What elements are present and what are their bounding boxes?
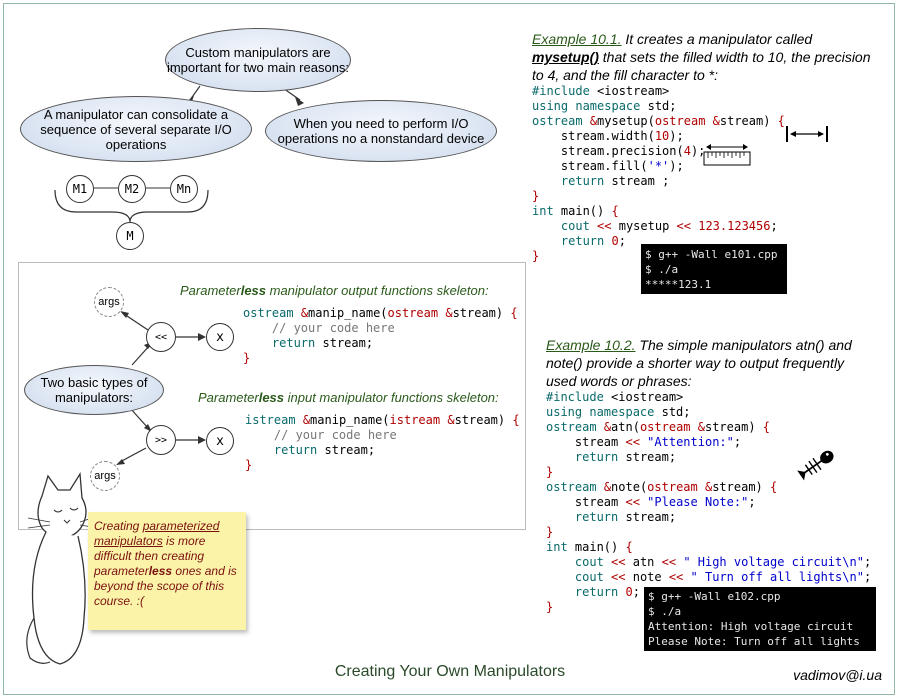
note-text: Creating: [94, 519, 143, 533]
example-10-1-terminal: $ g++ -Wall e101.cpp $ ./a *****123.1: [641, 244, 787, 294]
example-10-1-code: #include <iostream> using namespace std;…: [532, 84, 785, 263]
title-part-bold: less: [240, 283, 267, 298]
example-10-2-code: #include <iostream> using namespace std;…: [546, 390, 872, 614]
input-skeleton-code: istream &manip_name(istream &stream) { /…: [245, 413, 520, 472]
parameterized-note: Creating parameterized manipulators is m…: [88, 512, 246, 630]
example-10-2-terminal: $ g++ -Wall e102.cpp $ ./a Attention: High…: [644, 587, 876, 651]
title-part: manipulator output functions skeleton:: [266, 283, 489, 298]
two-types-oval: Two basic types of manipulators:: [24, 365, 164, 415]
title-part: input manipulator functions skeleton:: [284, 390, 499, 405]
output-x-node: x: [206, 323, 234, 351]
desc-part-bold: mysetup(): [532, 49, 599, 65]
input-operator-node: >>: [146, 425, 176, 455]
example-10-1-description: Example 10.1. It creates a manipulator c…: [532, 30, 877, 84]
fish-bone-icon: [797, 450, 834, 481]
terminal-line: $ g++ -Wall e102.cpp: [648, 590, 781, 603]
desc-part: It creates a manipulator called: [621, 31, 813, 47]
width-arrow-icon: [786, 126, 828, 142]
slide-title: Creating Your Own Manipulators: [334, 663, 566, 680]
args-output-node: args: [94, 287, 124, 317]
example-label: Example 10.2.: [546, 337, 636, 353]
output-operator-node: <<: [146, 322, 176, 352]
terminal-line: Attention: High voltage circuit: [648, 620, 854, 633]
ruler-icon: [703, 144, 751, 166]
title-part: Parameter: [198, 390, 259, 405]
note-text-bold: less: [148, 564, 173, 578]
terminal-line: $ g++ -Wall e101.cpp: [645, 248, 778, 261]
title-part: Parameter: [180, 283, 241, 298]
terminal-line: $ ./a: [645, 263, 679, 276]
input-x-node: x: [206, 427, 234, 455]
terminal-line: *****123.1: [645, 278, 712, 291]
terminal-line: Please Note: Turn off all lights: [648, 635, 860, 648]
title-part-bold: less: [258, 390, 285, 405]
output-skeleton-code: ostream &manip_name(ostream &stream) { /…: [243, 306, 518, 365]
example-label: Example 10.1.: [532, 31, 622, 47]
input-skeleton-title: Parameterless input manipulator function…: [198, 389, 499, 407]
terminal-line: $ ./a: [648, 605, 682, 618]
output-skeleton-title: Parameterless manipulator output functio…: [180, 282, 489, 300]
example-10-2-description: Example 10.2. The simple manipulators at…: [546, 336, 866, 390]
author-email: vadimov@i.ua: [793, 667, 882, 683]
